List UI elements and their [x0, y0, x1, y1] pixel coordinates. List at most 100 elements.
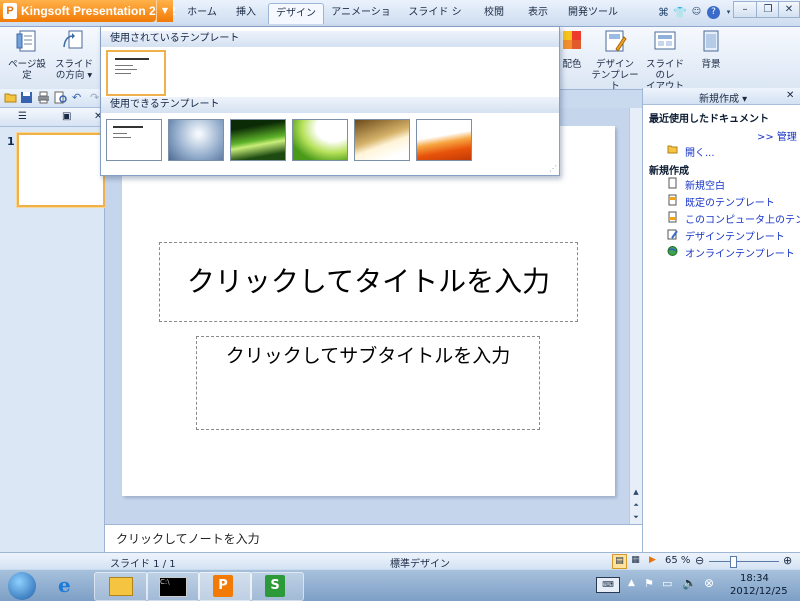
clock-time[interactable]: 18:34 — [740, 573, 769, 584]
restore-button[interactable]: ❐ — [756, 1, 780, 18]
resize-grip-icon[interactable]: ⋰ — [549, 164, 557, 173]
notes-pane[interactable]: クリックしてノートを入力 — [105, 524, 642, 553]
app-menu-button[interactable]: P Kingsoft Presentation 2012 — [0, 0, 176, 22]
zoom-slider-track[interactable] — [709, 561, 779, 562]
slide-orientation-label-1: スライド — [54, 59, 93, 70]
slide-layout-button[interactable]: スライドのレ イアウト — [642, 29, 688, 92]
pane-tabs: ☰ ▣ ✕ — [0, 108, 104, 127]
taskbar-presentation[interactable]: P — [198, 572, 252, 601]
kingsoft-presentation-icon: P — [213, 575, 233, 597]
slide-thumbnail-pane: ☰ ▣ ✕ 1 — [0, 108, 105, 552]
taskbar-cmd[interactable]: C:\ — [146, 572, 200, 601]
print-preview-icon[interactable] — [54, 91, 67, 104]
zoom-out-icon[interactable]: ⊖ — [695, 554, 704, 567]
slide-orientation-label-2: の方向 ▾ — [55, 70, 93, 81]
background-button[interactable]: 背景 — [694, 29, 728, 87]
tab-home[interactable]: ホーム — [182, 3, 222, 23]
subtitle-placeholder[interactable]: クリックしてサブタイトルを入力 — [196, 336, 540, 430]
tab-insert[interactable]: 挿入 — [228, 3, 264, 23]
used-template-default[interactable] — [106, 50, 166, 96]
zoom-slider-thumb[interactable] — [730, 556, 737, 568]
design-template-link[interactable]: デザインテンプレート — [685, 228, 785, 243]
tshirt-skin-icon[interactable]: 👕 — [673, 6, 687, 19]
tab-developer[interactable]: 開発ツール — [566, 3, 620, 23]
start-button[interactable] — [8, 572, 36, 600]
design-template-label-2: テンプレート — [591, 70, 639, 92]
template-gold-wave[interactable] — [354, 119, 410, 161]
used-templates-heading: 使用されているテンプレート — [101, 31, 559, 47]
color-scheme-button[interactable]: 配色 — [557, 29, 587, 87]
template-sky-blue[interactable] — [168, 119, 224, 161]
title-placeholder[interactable]: クリックしてタイトルを入力 — [159, 242, 578, 322]
tab-animation[interactable]: アニメーション — [330, 3, 392, 38]
recent-documents-heading: 最近使用したドキュメント — [649, 114, 769, 125]
slide-canvas[interactable]: クリックしてタイトルを入力 クリックしてサブタイトルを入力 — [122, 126, 615, 496]
ime-status-icon[interactable]: ⊗ — [704, 576, 714, 590]
computer-template-icon — [668, 211, 677, 223]
taskbar-explorer[interactable] — [94, 572, 148, 601]
taskbar-spreadsheet[interactable]: S — [250, 572, 304, 601]
slide-orientation-button[interactable]: スライド の方向 ▾ — [54, 29, 94, 87]
template-orange-wave[interactable] — [416, 119, 472, 161]
app-logo-icon: P — [3, 3, 17, 19]
computer-template-link[interactable]: このコンピュータ上のテンプレー — [685, 211, 800, 226]
tab-design[interactable]: デザイン — [268, 3, 324, 24]
blank-doc-icon — [668, 177, 677, 189]
vertical-scrollbar[interactable]: ▲ ⏶ ⏷ — [629, 108, 642, 524]
open-link[interactable]: 開く... — [685, 144, 715, 159]
scroll-up-arrow-icon[interactable]: ▲ — [630, 486, 642, 498]
clock-date[interactable]: 2012/12/25 — [730, 586, 788, 597]
design-template-button[interactable]: デザイン テンプレート — [590, 29, 640, 92]
template-gallery-dropdown: 使用されているテンプレート 使用できるテンプレート ⋰ — [100, 26, 560, 176]
undo-icon[interactable]: ↶ — [72, 91, 85, 104]
outline-tab-icon[interactable]: ☰ — [18, 111, 27, 122]
print-icon[interactable] — [37, 91, 50, 104]
help-icon[interactable]: ? — [707, 6, 720, 19]
page-setup-button[interactable]: ページ設定 — [4, 29, 50, 87]
slide-thumbnail-1[interactable] — [17, 133, 105, 207]
tab-slideshow[interactable]: スライド ショー — [404, 3, 466, 38]
manage-link[interactable]: >> 管理 — [757, 128, 797, 143]
open-folder-icon[interactable] — [4, 91, 17, 104]
close-button[interactable]: ✕ — [778, 1, 800, 18]
show-hidden-icons-icon[interactable]: ▲ — [628, 578, 635, 588]
page-setup-label: ページ設定 — [8, 59, 46, 81]
app-menu-dropdown-button[interactable]: ▼ — [156, 0, 173, 22]
design-name-text: 標準デザイン — [390, 559, 450, 570]
design-template-icon — [667, 229, 678, 240]
slide-layout-icon — [654, 31, 676, 50]
tab-review[interactable]: 校閲 — [476, 3, 512, 23]
internet-explorer-icon[interactable]: e — [58, 573, 71, 597]
volume-icon[interactable]: 🔈 — [682, 576, 697, 590]
online-template-link[interactable]: オンラインテンプレート — [685, 245, 795, 260]
user-icon[interactable]: ☺ — [690, 6, 703, 19]
previous-slide-icon[interactable]: ⏶ — [630, 499, 642, 511]
next-slide-icon[interactable]: ⏷ — [630, 511, 642, 523]
minimize-button[interactable]: – — [733, 1, 757, 18]
quick-access-toolbar: ↶ ↷ — [0, 89, 110, 108]
notes-placeholder[interactable]: クリックしてノートを入力 — [116, 530, 260, 547]
keyboard-icon[interactable]: ⌨ — [596, 577, 620, 593]
new-blank-link[interactable]: 新規空白 — [685, 177, 725, 192]
slides-tab-icon[interactable]: ▣ — [62, 111, 71, 122]
default-template-link[interactable]: 既定のテンプレート — [685, 194, 775, 209]
slideshow-view-icon[interactable]: ▶ — [646, 554, 659, 567]
network-icon[interactable]: ▭ — [662, 577, 672, 590]
zoom-in-icon[interactable]: ⊕ — [783, 554, 792, 567]
action-center-flag-icon[interactable]: ⚑ — [644, 577, 654, 590]
help-shortcut-icon[interactable]: ⌘ — [657, 6, 670, 19]
normal-view-icon[interactable]: ▤ — [612, 554, 627, 569]
design-template-label-1: デザイン — [595, 59, 634, 70]
template-lime-swoosh[interactable] — [292, 119, 348, 161]
page-setup-icon — [16, 30, 36, 52]
template-green-wave[interactable] — [230, 119, 286, 161]
zoom-level-text: 65 % — [665, 555, 691, 566]
tab-view[interactable]: 表示 — [520, 3, 556, 23]
slide-count-text: スライド 1 / 1 — [110, 559, 176, 570]
slide-sorter-view-icon[interactable]: ▦ — [629, 554, 642, 567]
save-icon[interactable] — [20, 91, 33, 104]
task-pane-title[interactable]: 新規作成 ▾ — [699, 90, 747, 105]
template-default[interactable] — [106, 119, 162, 161]
task-pane-header: 新規作成 ▾ ✕ — [643, 88, 800, 105]
task-pane-close-icon[interactable]: ✕ — [786, 90, 794, 101]
